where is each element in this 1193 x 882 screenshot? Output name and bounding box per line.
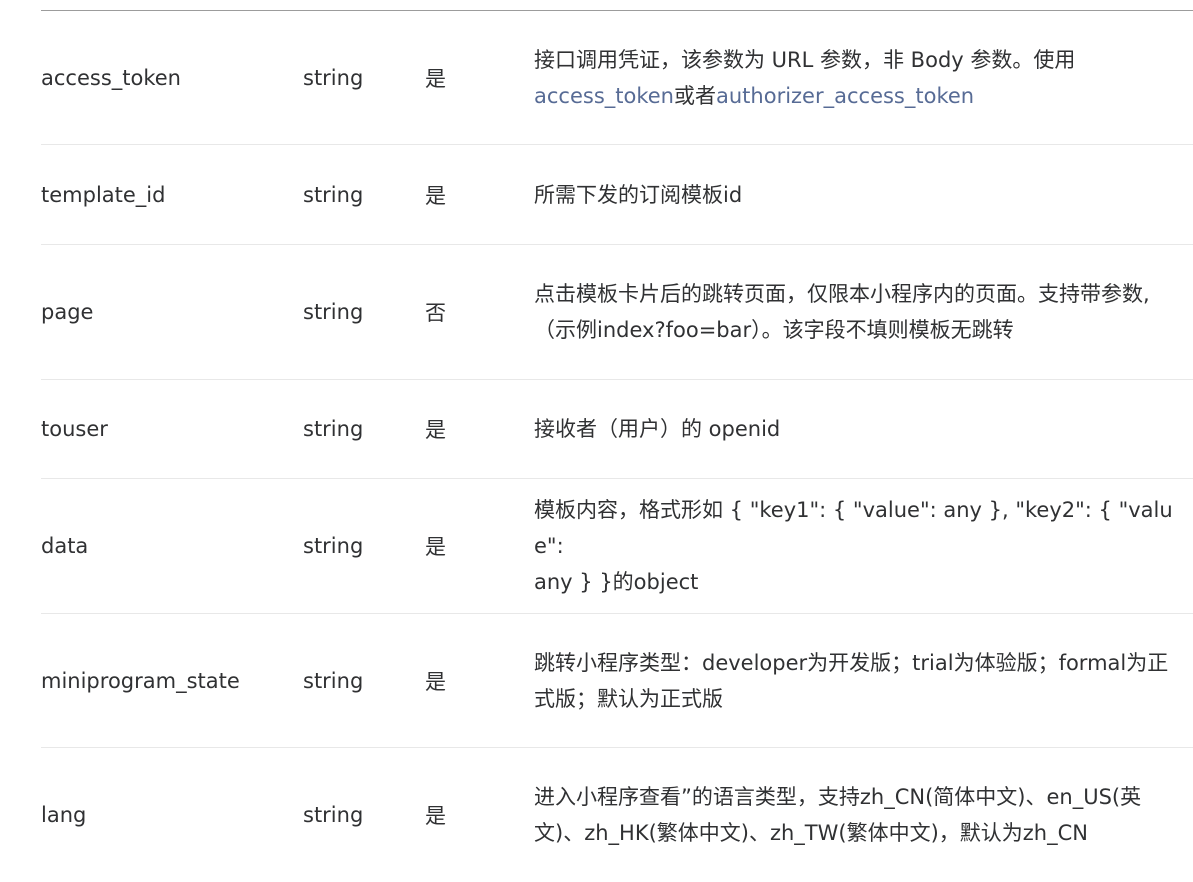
param-name: lang xyxy=(41,803,87,827)
param-description: 所需下发的订阅模板id xyxy=(534,182,743,207)
param-name: touser xyxy=(41,417,108,441)
param-required: 否 xyxy=(425,301,446,325)
param-description: 接口调用凭证，该参数为 URL 参数，非 Body 参数。使用 access_t… xyxy=(534,42,1193,114)
description-line: 点击模板卡片后的跳转页面，仅限本小程序内的页面。支持带参数, xyxy=(534,282,1150,306)
param-name: data xyxy=(41,534,89,558)
param-name: access_token xyxy=(41,65,181,90)
param-type: string xyxy=(303,300,364,324)
table-row: miniprogram_state string 是 跳转小程序类型：devel… xyxy=(41,614,1193,748)
description-line: 式版；默认为正式版 xyxy=(534,686,723,711)
param-type: string xyxy=(303,668,364,693)
table-row: data string 是 模板内容，格式形如 { "key1": { "val… xyxy=(41,479,1193,614)
param-description: 点击模板卡片后的跳转页面，仅限本小程序内的页面。支持带参数, （示例index?… xyxy=(534,276,1193,348)
authorizer-access-token-link[interactable]: authorizer_access_token xyxy=(716,84,974,108)
description-line: 文)、zh_HK(繁体中文)、zh_TW(繁体中文)，默认为zh_CN xyxy=(534,821,1088,845)
param-description: 进入小程序查看”的语言类型，支持zh_CN(简体中文)、en_US(英 文)、z… xyxy=(534,779,1193,851)
param-type: string xyxy=(303,65,364,90)
param-type: string xyxy=(303,803,364,827)
table-row: template_id string 是 所需下发的订阅模板id xyxy=(41,145,1193,245)
param-required: 是 xyxy=(425,418,446,442)
param-type: string xyxy=(303,534,364,558)
table-row: lang string 是 进入小程序查看”的语言类型，支持zh_CN(简体中文… xyxy=(41,748,1193,882)
param-description: 跳转小程序类型：developer为开发版；trial为体验版；formal为正… xyxy=(534,645,1193,717)
description-line: 接口调用凭证，该参数为 URL 参数，非 Body 参数。使用 xyxy=(534,47,1076,72)
param-required: 是 xyxy=(425,183,446,208)
param-name: template_id xyxy=(41,182,166,207)
description-line: 进入小程序查看”的语言类型，支持zh_CN(简体中文)、en_US(英 xyxy=(534,785,1142,809)
param-description: 接收者（用户）的 openid xyxy=(534,417,781,441)
table-row: page string 否 点击模板卡片后的跳转页面，仅限本小程序内的页面。支持… xyxy=(41,245,1193,380)
param-required: 是 xyxy=(425,66,446,91)
description-line: access_token或者authorizer_access_token xyxy=(534,78,1193,114)
params-table: access_token string 是 接口调用凭证，该参数为 URL 参数… xyxy=(41,10,1193,882)
param-name: miniprogram_state xyxy=(41,668,240,693)
table-row: access_token string 是 接口调用凭证，该参数为 URL 参数… xyxy=(41,11,1193,145)
param-required: 是 xyxy=(425,535,446,559)
param-name: page xyxy=(41,300,94,324)
param-type: string xyxy=(303,182,364,207)
description-line: any } }的object xyxy=(534,570,699,594)
param-required: 是 xyxy=(425,669,446,694)
description-text: 或者 xyxy=(674,83,716,108)
table-row: touser string 是 接收者（用户）的 openid xyxy=(41,380,1193,479)
access-token-link[interactable]: access_token xyxy=(534,84,674,108)
param-description: 模板内容，格式形如 { "key1": { "value": any }, "k… xyxy=(534,492,1193,600)
param-required: 是 xyxy=(425,804,446,828)
description-line: 跳转小程序类型：developer为开发版；trial为体验版；formal为正 xyxy=(534,650,1169,675)
param-type: string xyxy=(303,417,364,441)
description-line: （示例index?foo=bar）。该字段不填则模板无跳转 xyxy=(534,318,1014,342)
description-line: 模板内容，格式形如 { "key1": { "value": any }, "k… xyxy=(534,498,1173,558)
